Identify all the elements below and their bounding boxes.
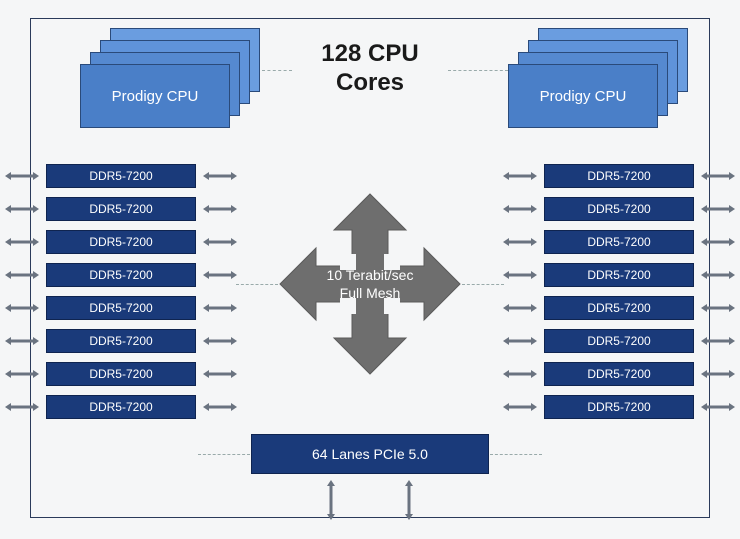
ddr-label: DDR5-7200 [587, 334, 650, 348]
bidirectional-arrow-icon [701, 204, 735, 214]
bidirectional-arrow-icon [701, 171, 735, 181]
bidirectional-arrow-icon [701, 270, 735, 280]
bidirectional-arrow-icon [701, 402, 735, 412]
ddr-channel: DDR5-7200 [46, 230, 196, 254]
ddr-label: DDR5-7200 [89, 334, 152, 348]
dashed-connector [262, 70, 292, 71]
bidirectional-arrow-icon [203, 204, 237, 214]
ddr-channel: DDR5-7200 [544, 395, 694, 419]
ddr-label: DDR5-7200 [89, 268, 152, 282]
ddr-label: DDR5-7200 [89, 235, 152, 249]
bidirectional-arrow-icon [203, 270, 237, 280]
ddr-label: DDR5-7200 [89, 301, 152, 315]
ddr-channel: DDR5-7200 [46, 362, 196, 386]
bidirectional-arrow-icon [5, 237, 39, 247]
dashed-connector [236, 284, 278, 285]
pcie-label: 64 Lanes PCIe 5.0 [312, 446, 428, 462]
ddr-channel: DDR5-7200 [46, 263, 196, 287]
bidirectional-arrow-icon [5, 303, 39, 313]
dashed-connector [198, 454, 250, 455]
dashed-connector [462, 284, 504, 285]
bidirectional-arrow-icon [503, 303, 537, 313]
cpu-stack-right: Prodigy CPU [508, 28, 693, 128]
ddr-channel: DDR5-7200 [46, 197, 196, 221]
bidirectional-arrow-icon [503, 237, 537, 247]
ddr-channel: DDR5-7200 [46, 395, 196, 419]
ddr-label: DDR5-7200 [587, 268, 650, 282]
bidirectional-arrow-icon [701, 369, 735, 379]
bidirectional-arrow-icon [5, 369, 39, 379]
bidirectional-arrow-icon [503, 402, 537, 412]
bidirectional-arrow-icon [701, 303, 735, 313]
bidirectional-arrow-icon [503, 270, 537, 280]
ddr-column-left: DDR5-7200 DDR5-7200 DDR5-7200 DDR5-7200 DDR5… [46, 164, 196, 428]
ddr-channel: DDR5-7200 [544, 230, 694, 254]
bidirectional-arrow-icon [5, 402, 39, 412]
ddr-label: DDR5-7200 [89, 169, 152, 183]
four-way-arrow-icon [276, 190, 464, 378]
ddr-channel: DDR5-7200 [544, 197, 694, 221]
dashed-connector [448, 70, 508, 71]
cpu-label-left: Prodigy CPU [80, 64, 230, 128]
ddr-label: DDR5-7200 [89, 202, 152, 216]
bidirectional-arrow-icon [5, 336, 39, 346]
bidirectional-arrow-icon [326, 480, 336, 520]
ddr-label: DDR5-7200 [587, 235, 650, 249]
bidirectional-arrow-icon [404, 480, 414, 520]
ddr-channel: DDR5-7200 [544, 296, 694, 320]
bidirectional-arrow-icon [503, 204, 537, 214]
bidirectional-arrow-icon [203, 402, 237, 412]
ddr-channel: DDR5-7200 [46, 296, 196, 320]
ddr-channel: DDR5-7200 [544, 362, 694, 386]
ddr-label: DDR5-7200 [587, 202, 650, 216]
pcie-block: 64 Lanes PCIe 5.0 [251, 434, 489, 474]
title-line2: Cores [336, 69, 404, 96]
ddr-channel: DDR5-7200 [544, 263, 694, 287]
ddr-column-right: DDR5-7200 DDR5-7200 DDR5-7200 DDR5-7200 DDR5… [544, 164, 694, 428]
dashed-connector [490, 454, 542, 455]
bidirectional-arrow-icon [701, 336, 735, 346]
bidirectional-arrow-icon [5, 270, 39, 280]
bidirectional-arrow-icon [203, 336, 237, 346]
bidirectional-arrow-icon [503, 369, 537, 379]
ddr-channel: DDR5-7200 [46, 164, 196, 188]
bidirectional-arrow-icon [5, 204, 39, 214]
bidirectional-arrow-icon [503, 336, 537, 346]
mesh-interconnect: 10 Terabit/sec Full Mesh [276, 190, 464, 378]
bidirectional-arrow-icon [203, 171, 237, 181]
ddr-label: DDR5-7200 [89, 367, 152, 381]
cpu-label-right: Prodigy CPU [508, 64, 658, 128]
bidirectional-arrow-icon [701, 237, 735, 247]
bidirectional-arrow-icon [203, 303, 237, 313]
bidirectional-arrow-icon [203, 237, 237, 247]
cpu-stack-left: Prodigy CPU [80, 28, 265, 128]
bidirectional-arrow-icon [503, 171, 537, 181]
ddr-label: DDR5-7200 [89, 400, 152, 414]
ddr-channel: DDR5-7200 [544, 164, 694, 188]
bidirectional-arrow-icon [203, 369, 237, 379]
ddr-channel: DDR5-7200 [46, 329, 196, 353]
bidirectional-arrow-icon [5, 171, 39, 181]
ddr-channel: DDR5-7200 [544, 329, 694, 353]
ddr-label: DDR5-7200 [587, 367, 650, 381]
title-line1: 128 CPU [321, 40, 418, 67]
ddr-label: DDR5-7200 [587, 400, 650, 414]
diagram-title: 128 CPU Cores [270, 40, 470, 98]
ddr-label: DDR5-7200 [587, 169, 650, 183]
ddr-label: DDR5-7200 [587, 301, 650, 315]
